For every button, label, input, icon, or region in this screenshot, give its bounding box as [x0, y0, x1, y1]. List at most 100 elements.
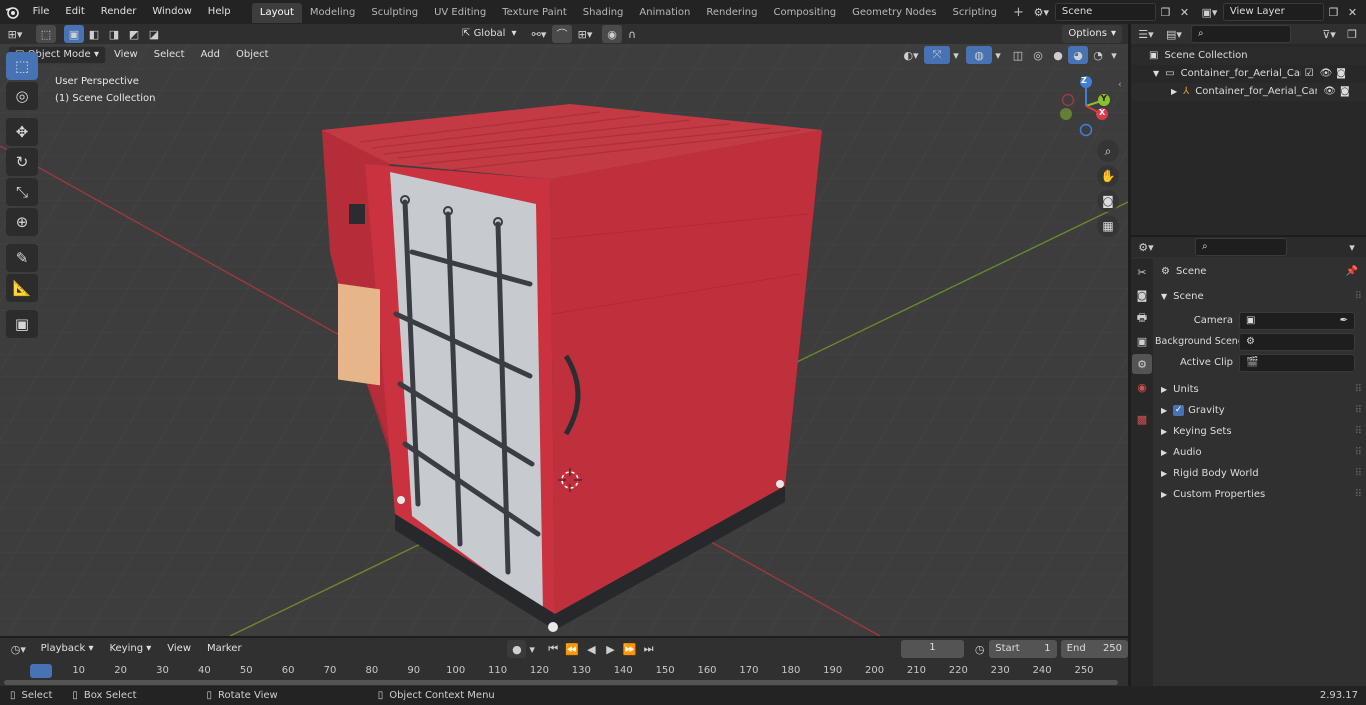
play-reverse-icon[interactable]: ◀	[582, 640, 601, 658]
transform-tool-icon[interactable]: ⊕	[6, 208, 38, 236]
outliner-row-collection[interactable]: ▼ ▭ Container_for_Aerial_Cargo_F ☑ 👁 ◙	[1131, 65, 1366, 83]
scale-tool-icon[interactable]: ⤡	[6, 178, 38, 206]
chevron-down-icon[interactable]: ▾	[950, 46, 962, 64]
chevron-down-icon[interactable]: ▾	[526, 640, 537, 658]
current-frame-field[interactable]: 1	[900, 640, 965, 658]
shading-rendered-icon[interactable]: ◔	[1088, 46, 1108, 64]
viewport-menu-view[interactable]: View	[106, 44, 146, 66]
new-view-layer-icon[interactable]: ❐	[1324, 3, 1343, 21]
add-workspace-button[interactable]: +	[1005, 3, 1032, 23]
render-tab-icon[interactable]: ◙	[1132, 285, 1152, 305]
panel-audio[interactable]: ▶ Audio ⠿	[1155, 442, 1366, 463]
move-tool-icon[interactable]: ✥	[6, 118, 38, 146]
pivot-point-icon[interactable]: ⚯▾	[526, 25, 552, 43]
cursor-tool-icon[interactable]: ◎	[6, 82, 38, 110]
texture-tab-icon[interactable]: ▩	[1132, 409, 1152, 429]
annotate-tool-icon[interactable]: ✎	[6, 244, 38, 272]
new-scene-icon[interactable]: ❐	[1156, 3, 1175, 21]
drag-handle-icon[interactable]: ⠿	[1355, 484, 1362, 505]
3d-viewport[interactable]: Z Y X User Perspective (1) Scene Collect…	[0, 24, 1128, 636]
snap-target-icon[interactable]: ⊞▾	[572, 25, 598, 43]
sidebar-toggle-icon[interactable]: ‹	[1118, 80, 1122, 90]
properties-search-input[interactable]: ⌕	[1195, 238, 1287, 256]
tab-uv-editing[interactable]: UV Editing	[426, 3, 494, 23]
expand-down-icon[interactable]: ▼	[1153, 65, 1159, 83]
editor-type-icon[interactable]: ⊞▾	[0, 25, 30, 43]
tab-sculpting[interactable]: Sculpting	[363, 3, 426, 23]
drag-handle-icon[interactable]: ⠿	[1355, 400, 1362, 421]
timeline-scrollbar[interactable]	[4, 680, 1118, 685]
pan-hand-icon[interactable]: ✋	[1097, 165, 1119, 187]
scene-tab-icon[interactable]: ⚙	[1132, 354, 1152, 374]
tab-compositing[interactable]: Compositing	[765, 3, 844, 23]
blender-logo-icon[interactable]	[0, 3, 25, 21]
drag-handle-icon[interactable]: ⠿	[1355, 421, 1362, 442]
prev-keyframe-icon[interactable]: ⏪	[563, 640, 582, 658]
camera-icon[interactable]: ◙	[1336, 65, 1346, 83]
eyedropper-icon[interactable]: ✒	[1340, 313, 1348, 329]
active-clip-field[interactable]: 🎬	[1239, 353, 1355, 372]
tab-scripting[interactable]: Scripting	[945, 3, 1005, 23]
background-scene-field[interactable]: ⚙	[1239, 332, 1355, 351]
gizmo-toggle-icon[interactable]: ⤧	[924, 46, 950, 64]
camera-field[interactable]: ▣ ✒	[1239, 311, 1355, 330]
mode-intersect-icon[interactable]: ◪	[144, 25, 164, 43]
viewport-menu-object[interactable]: Object	[228, 44, 277, 66]
camera-view-icon[interactable]: ◙	[1097, 190, 1119, 212]
timeline-editor-type-icon[interactable]: ◷▾	[4, 640, 33, 658]
panel-rigid-body-world[interactable]: ▶ Rigid Body World ⠿	[1155, 463, 1366, 484]
timeline-menu-playback[interactable]: Playback ▾	[33, 638, 102, 660]
tab-modeling[interactable]: Modeling	[302, 3, 364, 23]
outliner-row-object[interactable]: ▶ ⅄ Container_for_Aerial_Car 👁 ◙	[1131, 83, 1366, 101]
shading-wireframe-icon[interactable]: ◎	[1028, 46, 1048, 64]
gravity-checkbox[interactable]: ✓	[1173, 405, 1185, 416]
panel-gravity[interactable]: ▶ ✓ Gravity ⠿	[1155, 400, 1366, 421]
start-frame-field[interactable]: Start 1	[989, 640, 1057, 658]
tab-texture-paint[interactable]: Texture Paint	[494, 3, 575, 23]
transform-orientation-select[interactable]: ⇱ Global ▾	[456, 25, 526, 43]
panel-keying-sets[interactable]: ▶ Keying Sets ⠿	[1155, 421, 1366, 442]
timeline-menu-marker[interactable]: Marker	[199, 638, 250, 660]
mode-difference-icon[interactable]: ◩	[124, 25, 144, 43]
new-collection-icon[interactable]: ❐	[1342, 25, 1362, 43]
xray-toggle-icon[interactable]: ◫	[1008, 46, 1028, 64]
checkbox-icon[interactable]: ☑	[1305, 65, 1314, 83]
ortho-toggle-icon[interactable]: ▦	[1097, 215, 1119, 237]
timeline-menu-view[interactable]: View	[159, 638, 199, 660]
snap-toggle-icon[interactable]: ⌒	[552, 25, 572, 43]
add-cube-tool-icon[interactable]: ▣	[6, 310, 38, 338]
eye-icon[interactable]: 👁	[1320, 65, 1333, 83]
outliner-row-scene-collection[interactable]: ▣ Scene Collection	[1131, 47, 1366, 65]
playhead[interactable]	[30, 664, 52, 678]
menu-edit[interactable]: Edit	[57, 0, 92, 24]
proportional-edit-icon[interactable]: ◉	[602, 25, 622, 43]
options-button[interactable]: Options ▾	[1062, 25, 1122, 43]
chevron-down-icon[interactable]: ▾	[1342, 238, 1362, 256]
output-tab-icon[interactable]: 🖶	[1132, 308, 1152, 328]
tab-shading[interactable]: Shading	[575, 3, 632, 23]
view-layer-selector-icon[interactable]: ▣▾	[1200, 3, 1219, 21]
view-layer-tab-icon[interactable]: ▣	[1132, 331, 1152, 351]
delete-scene-icon[interactable]: ✕	[1175, 3, 1194, 21]
jump-start-icon[interactable]: ⏮	[544, 640, 563, 658]
menu-render[interactable]: Render	[93, 0, 145, 24]
pin-icon[interactable]: 📌	[1346, 261, 1358, 282]
timeline-menu-keying[interactable]: Keying ▾	[101, 638, 159, 660]
mode-subtract-icon[interactable]: ◨	[104, 25, 124, 43]
shading-material-icon[interactable]: ◕	[1068, 46, 1088, 64]
next-keyframe-icon[interactable]: ⏩	[620, 640, 639, 658]
end-frame-field[interactable]: End 250	[1060, 640, 1129, 658]
frame-ruler[interactable]: 1102030405060708090100110120130140150160…	[0, 665, 1128, 679]
viewport-menu-add[interactable]: Add	[193, 44, 228, 66]
mode-extend-icon[interactable]: ◧	[84, 25, 104, 43]
camera-icon[interactable]: ◙	[1340, 83, 1350, 101]
zoom-icon[interactable]: ⌕	[1097, 140, 1119, 162]
play-icon[interactable]: ▶	[601, 640, 620, 658]
drag-handle-icon[interactable]: ⠿	[1355, 379, 1362, 400]
panel-scene-header[interactable]: ▼ Scene ⠿	[1155, 286, 1366, 307]
panel-custom-properties[interactable]: ▶ Custom Properties ⠿	[1155, 484, 1366, 505]
drag-handle-icon[interactable]: ⠿	[1355, 463, 1362, 484]
outliner-editor-type-icon[interactable]: ☰▾	[1131, 25, 1161, 43]
drag-handle-icon[interactable]: ⠿	[1355, 442, 1362, 463]
select-box-tool-icon[interactable]: ⬚	[6, 52, 38, 80]
